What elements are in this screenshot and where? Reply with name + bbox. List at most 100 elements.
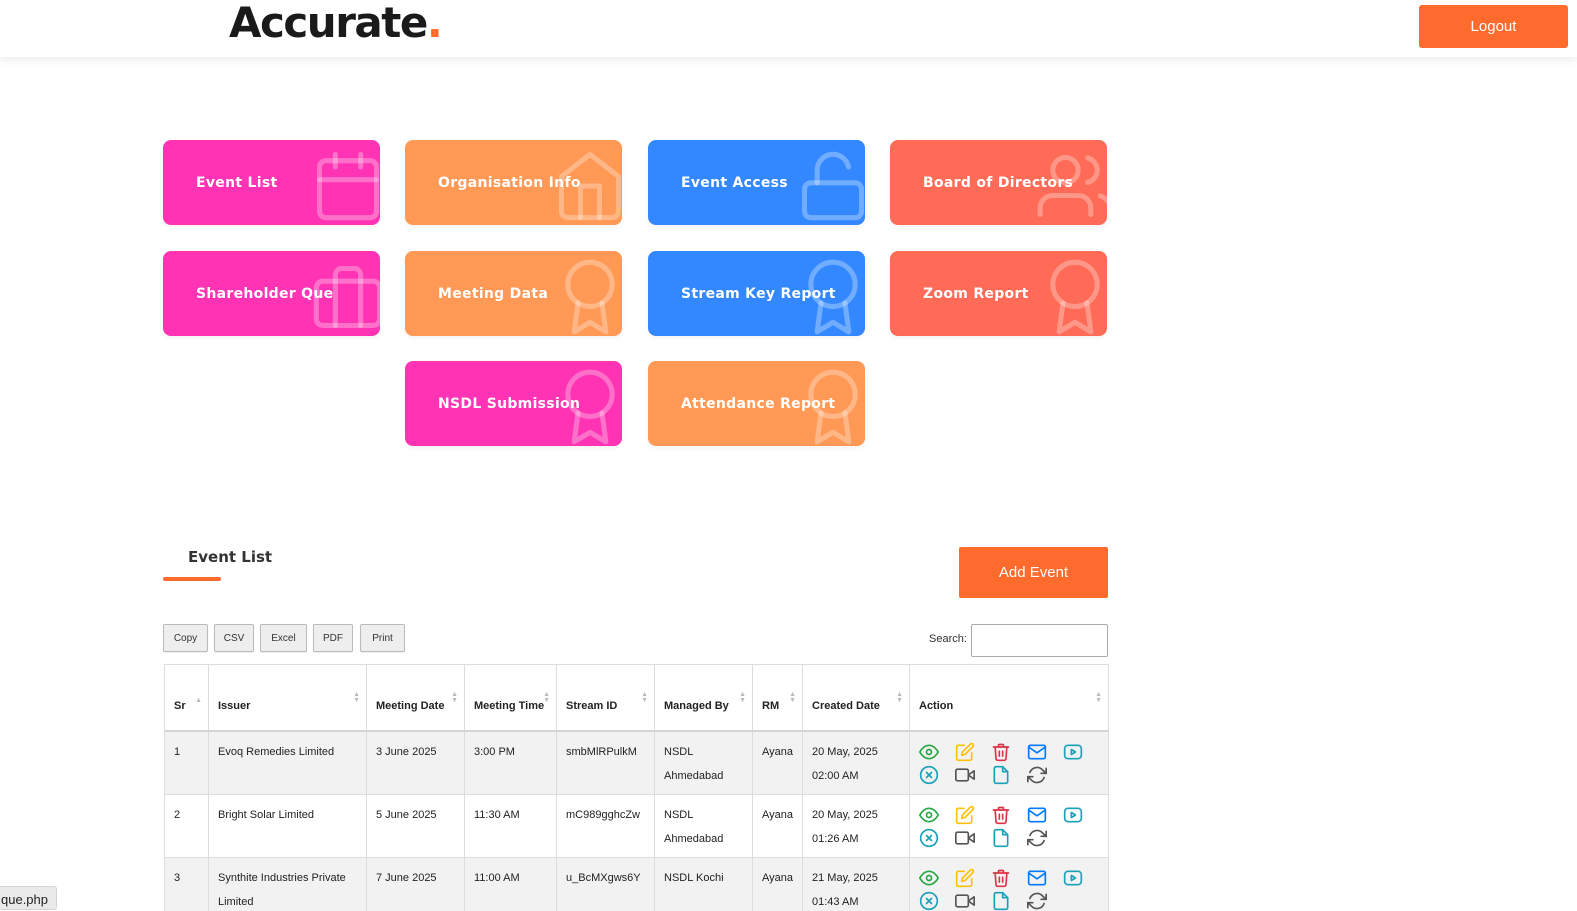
sort-icon: ▲ ▼ (739, 690, 746, 704)
sort-icon: ▲ ▼ (353, 690, 360, 704)
edit-icon[interactable] (955, 805, 991, 826)
add-event-button[interactable]: Add Event (959, 547, 1108, 598)
cell-meeting-date: 5 June 2025 (366, 793, 465, 858)
cancel-icon[interactable] (919, 765, 955, 786)
col-label: Sr (174, 699, 186, 712)
logout-button[interactable]: Logout (1419, 5, 1568, 48)
sort-icon: ▲ ▼ (543, 690, 550, 704)
cell-meeting-date: 7 June 2025 (366, 856, 465, 911)
col-managed-by[interactable]: Managed By ▲ ▼ (654, 664, 753, 732)
tile-attendance-report[interactable]: Attendance Report (648, 361, 865, 446)
video-icon[interactable] (955, 828, 991, 849)
mail-icon[interactable] (1027, 742, 1063, 763)
cell-issuer: Synthite Industries Private Limited (208, 856, 367, 911)
table-row: 3 Synthite Industries Private Limited 7 … (164, 856, 1109, 911)
file-icon[interactable] (991, 765, 1027, 786)
col-label: Created Date (812, 699, 880, 712)
status-bar-url: que.php (0, 886, 57, 910)
sort-icon: ▲ ▼ (451, 690, 458, 704)
table-row: 1 Evoq Remedies Limited 3 June 2025 3:00… (164, 730, 1109, 795)
accurate-logo[interactable]: Accurate. (229, 0, 443, 47)
col-sr[interactable]: Sr ▲ (164, 664, 209, 732)
refresh-icon[interactable] (1027, 891, 1063, 911)
title-underline (163, 577, 221, 581)
cell-meeting-time: 11:30 AM (464, 793, 557, 858)
table-row: 2 Bright Solar Limited 5 June 2025 11:30… (164, 793, 1109, 858)
sort-icon: ▲ ▼ (1095, 690, 1102, 704)
col-label: Managed By (664, 699, 729, 712)
unlock-icon (801, 151, 865, 221)
tile-shareholder-que[interactable]: Shareholder Que (163, 251, 380, 336)
cell-managed-by: NSDL Kochi (654, 856, 753, 911)
tile-label: Stream Key Report (681, 285, 836, 302)
col-rm[interactable]: RM ▲ ▼ (752, 664, 803, 732)
cell-managed-by: NSDL Ahmedabad (654, 793, 753, 858)
copy-button[interactable]: Copy (163, 624, 208, 652)
delete-icon[interactable] (991, 805, 1027, 826)
search-input[interactable] (971, 624, 1108, 657)
cell-rm: Ayana (752, 856, 803, 911)
excel-button[interactable]: Excel (260, 624, 307, 652)
award-icon (1050, 259, 1100, 335)
tile-label: Shareholder Que (196, 285, 334, 302)
edit-icon[interactable] (955, 742, 991, 763)
mail-icon[interactable] (1027, 805, 1063, 826)
sort-icon: ▲ ▼ (789, 690, 796, 704)
tile-nsdl-submission[interactable]: NSDL Submission (405, 361, 622, 446)
cell-rm: Ayana (752, 793, 803, 858)
tile-event-list[interactable]: Event List (163, 140, 380, 225)
col-meeting-time[interactable]: Meeting Time ▲ ▼ (464, 664, 557, 732)
video-icon[interactable] (955, 765, 991, 786)
mail-icon[interactable] (1027, 868, 1063, 889)
file-icon[interactable] (991, 891, 1027, 911)
cell-sr: 3 (164, 856, 209, 911)
col-label: Stream ID (566, 699, 618, 712)
refresh-icon[interactable] (1027, 765, 1063, 786)
logo-dot: . (426, 0, 443, 47)
pdf-button[interactable]: PDF (313, 624, 353, 652)
delete-icon[interactable] (991, 868, 1027, 889)
print-button[interactable]: Print (360, 624, 405, 652)
play-icon[interactable] (1063, 868, 1099, 889)
view-icon[interactable] (919, 742, 955, 763)
play-icon[interactable] (1063, 742, 1099, 763)
cancel-icon[interactable] (919, 828, 955, 849)
view-icon[interactable] (919, 868, 955, 889)
cell-rm: Ayana (752, 730, 803, 795)
csv-button[interactable]: CSV (214, 624, 254, 652)
cell-managed-by: NSDL Ahmedabad (654, 730, 753, 795)
tile-label: Event Access (681, 174, 788, 191)
view-icon[interactable] (919, 805, 955, 826)
top-header: Accurate. Logout (0, 0, 1577, 57)
calendar-icon (316, 151, 380, 221)
col-action[interactable]: Action ▲ ▼ (909, 664, 1109, 732)
event-table: Sr ▲ Issuer ▲ ▼ Meeting Date ▲ ▼ Meeting Time… (164, 664, 1109, 911)
tile-meeting-data[interactable]: Meeting Data (405, 251, 622, 336)
cell-created-date: 20 May, 2025 01:26 AM (802, 793, 910, 858)
delete-icon[interactable] (991, 742, 1027, 763)
edit-icon[interactable] (955, 868, 991, 889)
col-stream-id[interactable]: Stream ID ▲ ▼ (556, 664, 655, 732)
col-label: Action (919, 699, 954, 712)
tile-label: Attendance Report (681, 395, 836, 412)
table-header-row: Sr ▲ Issuer ▲ ▼ Meeting Date ▲ ▼ Meeting Time… (164, 664, 1109, 732)
col-meeting-date[interactable]: Meeting Date ▲ ▼ (366, 664, 465, 732)
cell-created-date: 20 May, 2025 02:00 AM (802, 730, 910, 795)
video-icon[interactable] (955, 891, 991, 911)
cell-actions (909, 793, 1109, 858)
tile-zoom-report[interactable]: Zoom Report (890, 251, 1107, 336)
file-icon[interactable] (991, 828, 1027, 849)
col-created-date[interactable]: Created Date ▲ ▼ (802, 664, 910, 732)
tile-label: Zoom Report (923, 285, 1029, 302)
sort-asc-icon: ▲ (195, 696, 202, 704)
tile-event-access[interactable]: Event Access (648, 140, 865, 225)
cell-actions (909, 730, 1109, 795)
play-icon[interactable] (1063, 805, 1099, 826)
tile-stream-key-report[interactable]: Stream Key Report (648, 251, 865, 336)
tile-board-of-directors[interactable]: Board of Directors (890, 140, 1107, 225)
refresh-icon[interactable] (1027, 828, 1063, 849)
cell-meeting-time: 11:00 AM (464, 856, 557, 911)
tile-organisation-info[interactable]: Organisation Info (405, 140, 622, 225)
col-issuer[interactable]: Issuer ▲ ▼ (208, 664, 367, 732)
cancel-icon[interactable] (919, 891, 955, 911)
